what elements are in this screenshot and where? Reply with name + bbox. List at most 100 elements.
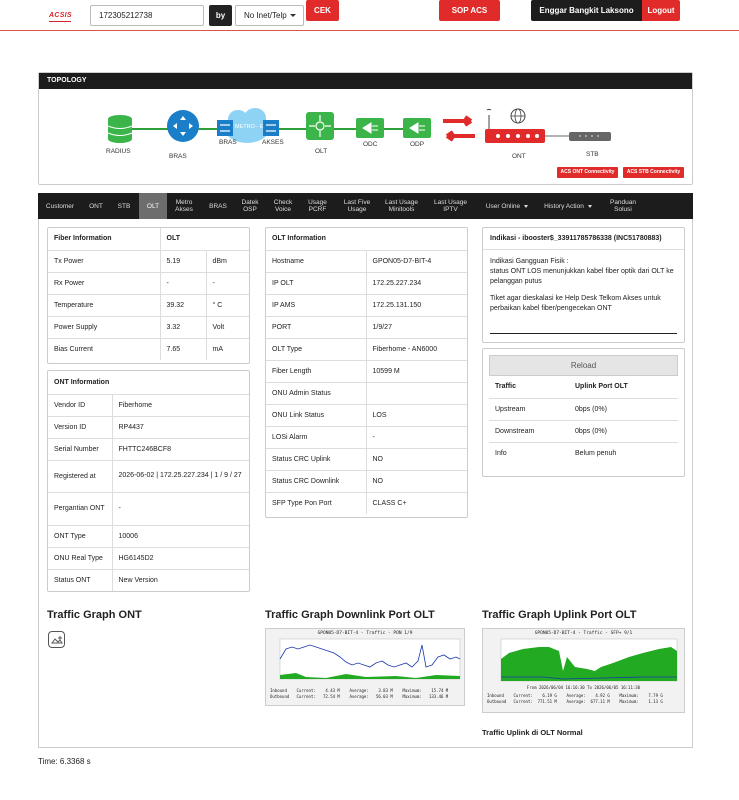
olt-info-title: OLT Information [272, 235, 326, 243]
tab-customer[interactable]: Customer [38, 193, 82, 219]
radius-icon [107, 115, 133, 143]
traffic-graph-uplink-title: Traffic Graph Uplink Port OLT [482, 609, 637, 621]
row-label: Downstream [489, 419, 569, 442]
tab-panduan-solusi[interactable]: Panduan Solusi [601, 193, 645, 219]
logout-button[interactable]: Logout [642, 0, 680, 21]
ont-information-card: ONT Information Vendor ID Fiberhome Versi… [47, 370, 250, 592]
row-label: Fiber Length [266, 359, 366, 382]
indikasi-line1: Indikasi Gangguan Fisik : [490, 258, 569, 265]
tab-bar: Customer ONT STB OLT Metro Akses BRAS Da… [38, 193, 693, 219]
bidirectional-arrows-icon [443, 115, 475, 142]
row-value: Belum penuh [569, 441, 678, 464]
table-row: Temperature 39.32 ° C [48, 293, 249, 316]
downlink-graph[interactable]: GPON05-D7-BIT-4 - Traffic - PON 1/9 Inbo… [265, 628, 465, 706]
row-unit: mA [205, 337, 249, 360]
row-value: 2026-06-02 | 172.25.227.234 | 1 / 9 / 27 [111, 459, 249, 492]
fiber-information-card: Fiber Information OLT Tx Power 5.19 dBm Rx … [47, 227, 250, 364]
row-value: LOS [365, 403, 467, 426]
table-row: IP OLT 172.25.227.234 [266, 271, 467, 294]
row-label: Temperature [48, 293, 160, 316]
row-value: 1/9/27 [365, 315, 467, 338]
tab-label: Last Five Usage [343, 199, 371, 213]
table-row: Bias Current 7.65 mA [48, 337, 249, 360]
indikasi-title: Indikasi - ibooster$_33911785786338 (INC… [483, 228, 684, 250]
radius-label: RADIUS [106, 148, 131, 155]
table-row: Version ID RP4437 [48, 415, 249, 438]
image-add-icon [51, 636, 63, 644]
traffic-graph-downlink-title: Traffic Graph Downlink Port OLT [265, 609, 435, 621]
row-label: PORT [266, 315, 366, 338]
row-label: SFP Type Pon Port [266, 491, 366, 514]
tab-usage-pcrf[interactable]: Usage PCRF [301, 193, 334, 219]
chevron-down-icon [524, 204, 529, 208]
divider [490, 333, 677, 334]
tab-label: Last Usage Minitools [385, 199, 418, 213]
tab-metro-akses[interactable]: Metro Akses [168, 193, 200, 219]
tab-last-usage-minitools[interactable]: Last Usage Minitools [379, 193, 424, 219]
uplink-legend-outbound: Outbound Current: 771.51 M Average: 677.… [487, 699, 663, 704]
uplink-graph[interactable]: GPON05-D7-BIT-4 - Traffic - SFP+ 9/1 Fro… [482, 628, 685, 713]
tab-last-five-usage[interactable]: Last Five Usage [335, 193, 379, 219]
broken-image-icon[interactable] [48, 631, 65, 648]
row-label: Status CRC Downlink [266, 469, 366, 492]
table-row: IP AMS 172.25.131.150 [266, 293, 467, 316]
row-label: IP OLT [266, 271, 366, 294]
downlink-legend-inbound: Inbound Current: 4.43 M Average: 3.83 M … [270, 688, 449, 693]
traffic-card: Reload Traffic Uplink Port OLT Upstream 0b… [482, 348, 685, 477]
table-row: SFP Type Pon Port CLASS C+ [266, 491, 467, 514]
uplink-status-text: Traffic Uplink di OLT Normal [482, 728, 583, 737]
row-label: Serial Number [48, 437, 112, 460]
tab-label: Metro Akses [175, 199, 193, 213]
row-label: Power Supply [48, 315, 160, 338]
ont-info-title: ONT Information [54, 378, 110, 386]
tab-history-action[interactable]: History Action [537, 193, 599, 219]
row-value: - [159, 271, 206, 294]
table-row: ONU Link Status LOS [266, 403, 467, 426]
tab-bras[interactable]: BRAS [201, 193, 235, 219]
tab-label: History Action [544, 202, 584, 210]
reload-button[interactable]: Reload [489, 355, 678, 376]
tab-last-usage-iptv[interactable]: Last Usage IPTV [424, 193, 477, 219]
row-value: 39.32 [159, 293, 206, 316]
cek-button[interactable]: CEK [306, 0, 339, 21]
row-value: 5.19 [159, 249, 206, 272]
acs-stb-connectivity-button[interactable]: ACS STB Connectivity [623, 167, 684, 178]
tab-label: Datek OSP [241, 199, 259, 213]
downlink-graph-plot [279, 638, 461, 680]
uplink-header: Uplink Port OLT [575, 383, 628, 391]
user-name-button[interactable]: Enggar Bangkit Laksono [531, 0, 642, 21]
row-label: LOSi Alarm [266, 425, 366, 448]
row-value: GPON05-D7-BIT-4 [365, 249, 467, 272]
row-label: Status ONT [48, 568, 112, 591]
row-label: Status CRC Uplink [266, 447, 366, 470]
tab-stb[interactable]: STB [110, 193, 138, 219]
row-label: ONU Real Type [48, 546, 112, 569]
odc-label: ODC [363, 141, 378, 148]
search-type-select[interactable]: No Inet/Telp [235, 5, 304, 26]
table-row: Fiber Length 10599 M [266, 359, 467, 382]
acs-ont-connectivity-button[interactable]: ACS ONT Connectivity [557, 167, 618, 178]
search-type-value: No Inet/Telp [244, 11, 287, 20]
tab-ont[interactable]: ONT [82, 193, 110, 219]
row-label: Rx Power [48, 271, 160, 294]
table-row: Info Belum penuh [489, 441, 678, 464]
stb-label: STB [586, 151, 599, 158]
tab-check-voice[interactable]: Check Voice [266, 193, 300, 219]
uplink-graph-caption: GPON05-D7-BIT-4 - Traffic - SFP+ 9/1 [534, 631, 633, 636]
tab-datek-osp[interactable]: Datek OSP [235, 193, 265, 219]
table-row: ONU Real Type HG6145D2 [48, 546, 249, 569]
acsis-logo[interactable]: ACSIS [49, 12, 72, 22]
row-value: RP4437 [111, 415, 249, 438]
row-value: 7.65 [159, 337, 206, 360]
tab-label: User Online [485, 202, 521, 210]
chevron-down-icon [587, 204, 592, 208]
table-row: Tx Power 5.19 dBm [48, 249, 249, 272]
tab-olt[interactable]: OLT [139, 193, 167, 219]
row-label: IP AMS [266, 293, 366, 316]
bras-router-icon [167, 110, 199, 142]
tab-label: OLT [146, 202, 160, 210]
olt-information-card: OLT Information Hostname GPON05-D7-BIT-4 … [265, 227, 468, 518]
tab-user-online[interactable]: User Online [478, 193, 536, 219]
sop-acs-button[interactable]: SOP ACS [439, 0, 500, 21]
search-input[interactable]: 172305212738 [90, 5, 204, 26]
